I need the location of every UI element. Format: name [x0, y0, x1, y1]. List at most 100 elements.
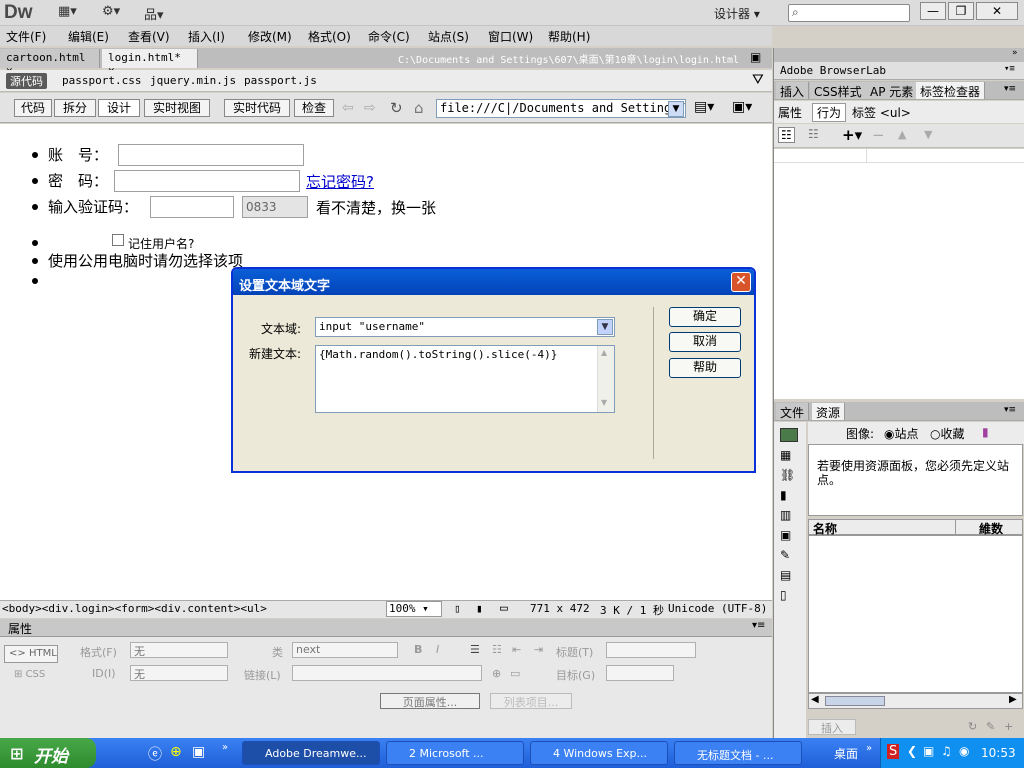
- workspace-switcher[interactable]: 设计器 ▾: [714, 5, 760, 22]
- close-button[interactable]: ✕: [976, 2, 1018, 20]
- quicklaunch-ie-icon[interactable]: ⓔ: [148, 744, 162, 764]
- site-icon[interactable]: 品▾: [144, 4, 164, 23]
- help-button[interactable]: 帮助: [669, 358, 741, 378]
- design-view-button[interactable]: 设计: [98, 99, 140, 117]
- colors-icon[interactable]: ▦: [780, 448, 791, 462]
- tray-security-icon[interactable]: ◉: [959, 744, 969, 758]
- menu-file[interactable]: 文件(F): [6, 28, 46, 45]
- scripts-icon[interactable]: ✎: [780, 548, 790, 562]
- library-icon[interactable]: ▯: [780, 588, 787, 602]
- zoom-select[interactable]: 100% ▾: [386, 601, 442, 617]
- ordered-list-icon[interactable]: ☷: [492, 643, 502, 656]
- task-browser[interactable]: 无标题文档 - ...: [674, 741, 802, 765]
- code-view-button[interactable]: 代码: [14, 99, 52, 117]
- remove-behavior-icon[interactable]: −: [872, 126, 885, 144]
- scroll-up-icon[interactable]: ▲: [601, 348, 607, 357]
- refresh-icon[interactable]: ↻: [390, 99, 403, 117]
- new-text-textarea[interactable]: {Math.random().toString().slice(-4)}: [315, 345, 615, 413]
- cancel-button[interactable]: 取消: [669, 332, 741, 352]
- outdent-icon[interactable]: ⇤: [512, 643, 521, 656]
- point-to-file-icon[interactable]: ⊕: [492, 667, 501, 680]
- tag-selector[interactable]: <body><div.login><form><div.content><ul>: [2, 602, 267, 615]
- tray-network-icon[interactable]: ▣: [923, 744, 934, 758]
- link-input[interactable]: [292, 665, 482, 681]
- remember-checkbox[interactable]: [112, 234, 124, 246]
- class-select[interactable]: next: [292, 642, 398, 658]
- task-explorer[interactable]: 4 Windows Exp...: [530, 741, 668, 765]
- indent-icon[interactable]: ⇥: [534, 643, 543, 656]
- menu-edit[interactable]: 编辑(E): [68, 28, 109, 45]
- split-view-button[interactable]: 拆分: [54, 99, 96, 117]
- forward-icon[interactable]: ⇨: [364, 100, 376, 116]
- quicklaunch-media-icon[interactable]: ▣: [192, 744, 205, 760]
- title-input[interactable]: [606, 642, 696, 658]
- list-items-button[interactable]: 列表项目...: [490, 693, 572, 709]
- scroll-down-icon[interactable]: ▼: [601, 398, 607, 407]
- tab-assets[interactable]: 资源: [812, 403, 846, 420]
- textarea-scrollbar[interactable]: ▲ ▼: [597, 346, 614, 412]
- window-size-icon[interactable]: ▭: [500, 601, 508, 616]
- restore-button[interactable]: ❐: [948, 2, 974, 20]
- subtab-behaviors[interactable]: 行为: [812, 103, 847, 122]
- back-icon[interactable]: ⇦: [342, 100, 354, 116]
- tray-volume-icon[interactable]: ♫: [941, 744, 952, 758]
- browse-folder-icon[interactable]: ▭: [510, 667, 520, 680]
- panel-menu-icon[interactable]: ▾≡: [752, 620, 765, 631]
- text-field-select[interactable]: input "username": [315, 317, 615, 337]
- select-tool-icon[interactable]: ▯: [454, 602, 461, 615]
- task-dreamweaver[interactable]: Adobe Dreamwe...: [242, 741, 380, 765]
- menu-help[interactable]: 帮助(H): [548, 28, 590, 45]
- quicklaunch-browser-icon[interactable]: ⊕: [170, 744, 182, 760]
- tray-ime-icon[interactable]: S: [887, 744, 900, 759]
- address-dropdown-icon[interactable]: ▼: [668, 101, 684, 117]
- id-select[interactable]: 无: [130, 665, 228, 681]
- format-select[interactable]: 无: [130, 642, 228, 658]
- tab-insert[interactable]: 插入: [776, 82, 810, 99]
- show-set-events-icon[interactable]: ☷: [778, 127, 795, 143]
- flash-icon[interactable]: ▮: [780, 488, 787, 502]
- show-all-events-icon[interactable]: ☷: [808, 127, 819, 141]
- live-view-button[interactable]: 实时视图: [144, 99, 210, 117]
- source-code-button[interactable]: 源代码: [6, 73, 47, 89]
- ok-button[interactable]: 确定: [669, 307, 741, 327]
- tab-cartoon[interactable]: cartoon.html ✕: [0, 49, 100, 77]
- scroll-right-icon[interactable]: ▶: [1009, 694, 1017, 705]
- menu-insert[interactable]: 插入(I): [188, 28, 225, 45]
- search-input[interactable]: ⌕: [788, 4, 910, 22]
- window-size[interactable]: 771 x 472: [530, 602, 590, 615]
- related-file-js[interactable]: passport.js: [244, 74, 317, 87]
- panel-menu-icon[interactable]: ▾≡: [1004, 84, 1016, 94]
- shockwave-icon[interactable]: ▥: [780, 508, 791, 522]
- address-input[interactable]: file:///C|/Documents and Settings/607/: [436, 99, 686, 118]
- italic-icon[interactable]: I: [436, 643, 439, 656]
- inspect-button[interactable]: 检查: [294, 99, 334, 117]
- assets-list[interactable]: [808, 535, 1023, 693]
- subtab-attributes[interactable]: 属性: [778, 104, 802, 121]
- dialog-close-icon[interactable]: ✕: [731, 272, 751, 292]
- tab-files[interactable]: 文件: [776, 403, 810, 420]
- move-down-icon[interactable]: ▼: [924, 128, 932, 141]
- browserlab-header[interactable]: Adobe BrowserLab ▾≡: [774, 62, 1024, 80]
- tab-login[interactable]: login.html* ✕: [102, 49, 198, 77]
- related-file-jquery[interactable]: jquery.min.js: [150, 74, 236, 87]
- unordered-list-icon[interactable]: ☰: [470, 643, 480, 656]
- templates-icon[interactable]: ▤: [780, 568, 791, 582]
- add-favorite-icon[interactable]: +: [1004, 720, 1013, 733]
- movies-icon[interactable]: ▣: [780, 528, 791, 542]
- restore-doc-icon[interactable]: ▣: [750, 50, 761, 64]
- behaviors-list[interactable]: [774, 149, 1024, 399]
- file-management-icon[interactable]: ▤▾: [694, 99, 714, 115]
- scroll-thumb[interactable]: [825, 696, 885, 706]
- layout-icon[interactable]: ▦▾: [58, 4, 77, 22]
- clock[interactable]: 10:53: [981, 746, 1016, 760]
- panel-menu-icon[interactable]: ▾≡: [1004, 405, 1016, 415]
- panel-menu-icon[interactable]: ▾≡: [1004, 64, 1015, 74]
- gear-icon[interactable]: ⚙▾: [102, 4, 120, 22]
- menu-site[interactable]: 站点(S): [428, 28, 469, 45]
- task-word[interactable]: 2 Microsoft ...: [386, 741, 524, 765]
- captcha-refresh-link[interactable]: 看不清楚，换一张: [316, 197, 436, 218]
- menu-commands[interactable]: 命令(C): [368, 28, 410, 45]
- site-radio[interactable]: ◉站点: [884, 425, 919, 442]
- home-icon[interactable]: ⌂: [414, 99, 424, 117]
- menu-format[interactable]: 格式(O): [308, 28, 351, 45]
